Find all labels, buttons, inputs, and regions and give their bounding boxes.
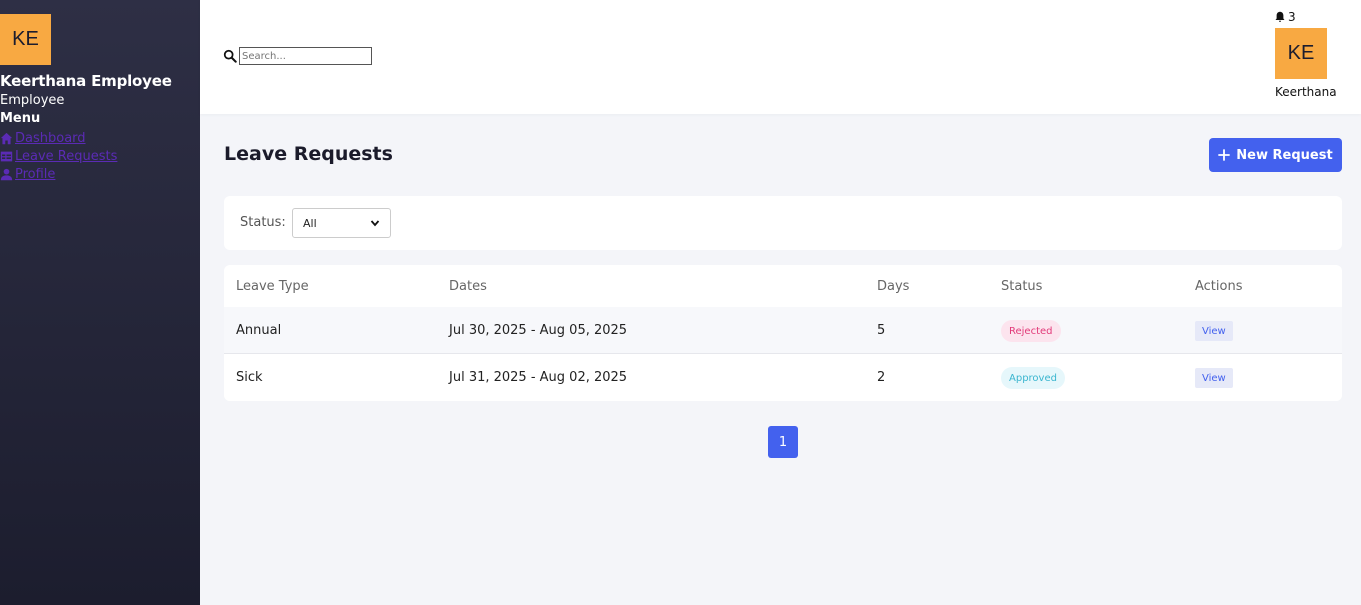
table-icon: [0, 151, 13, 161]
cell-leave-type: Sick: [236, 370, 263, 385]
notification-button[interactable]: 3: [1274, 10, 1296, 24]
filter-card: Status: All: [224, 196, 1342, 250]
sidebar: KE Keerthana Employee Employee Menu Dash…: [0, 0, 200, 605]
bell-icon: [1275, 11, 1285, 22]
pagination-page-button[interactable]: 1: [768, 426, 798, 458]
table-row: Annual Jul 30, 2025 - Aug 05, 2025 5 Rej…: [224, 307, 1342, 354]
header-user-name: Keerthana: [1275, 85, 1337, 99]
sidebar-item-label: Profile: [15, 166, 56, 182]
sidebar-item-label: Leave Requests: [15, 148, 118, 164]
sidebar-menu-title: Menu: [0, 111, 41, 126]
status-badge: Rejected: [1001, 320, 1061, 342]
sidebar-item-label: Dashboard: [15, 130, 86, 146]
cell-days: 5: [877, 323, 886, 338]
sidebar-item-profile[interactable]: Profile: [0, 165, 117, 183]
status-filter-label: Status:: [240, 215, 286, 230]
status-filter-value: All: [303, 216, 317, 230]
search-icon: [223, 49, 237, 63]
column-header-status: Status: [1001, 279, 1043, 294]
cell-leave-type: Annual: [236, 323, 282, 338]
view-button[interactable]: View: [1195, 368, 1233, 388]
cell-dates: Jul 30, 2025 - Aug 05, 2025: [449, 323, 628, 338]
column-header-days: Days: [877, 279, 910, 294]
new-request-label: New Request: [1236, 147, 1333, 163]
search-bar: [223, 47, 372, 65]
status-badge: Approved: [1001, 367, 1065, 389]
notification-count: 3: [1288, 10, 1296, 24]
cell-dates: Jul 31, 2025 - Aug 02, 2025: [449, 370, 628, 385]
sidebar-nav: Dashboard Leave Requests Profile: [0, 129, 117, 183]
sidebar-item-leave-requests[interactable]: Leave Requests: [0, 147, 117, 165]
table-row: Sick Jul 31, 2025 - Aug 02, 2025 2 Appro…: [224, 354, 1342, 401]
cell-days: 2: [877, 370, 886, 385]
plus-icon: [1218, 149, 1231, 161]
chevron-down-icon: [370, 220, 380, 227]
new-request-button[interactable]: New Request: [1209, 138, 1342, 172]
column-header-leave-type: Leave Type: [236, 279, 309, 294]
search-input[interactable]: [239, 47, 372, 65]
column-header-dates: Dates: [449, 279, 487, 294]
status-filter-select[interactable]: All: [292, 208, 391, 238]
column-header-actions: Actions: [1195, 279, 1243, 294]
user-icon: [0, 168, 13, 180]
avatar: KE: [0, 14, 51, 65]
view-button[interactable]: View: [1195, 321, 1233, 341]
sidebar-user-name: Keerthana Employee: [0, 72, 172, 90]
home-icon: [0, 132, 13, 144]
table-header: Leave Type Dates Days Status Actions: [224, 265, 1342, 307]
header-avatar[interactable]: KE: [1275, 28, 1327, 79]
page-title: Leave Requests: [224, 143, 393, 165]
sidebar-item-dashboard[interactable]: Dashboard: [0, 129, 117, 147]
top-header: 3 KE Keerthana: [200, 0, 1361, 114]
leave-requests-table: Leave Type Dates Days Status Actions Ann…: [224, 265, 1342, 401]
sidebar-user-role: Employee: [0, 93, 65, 108]
